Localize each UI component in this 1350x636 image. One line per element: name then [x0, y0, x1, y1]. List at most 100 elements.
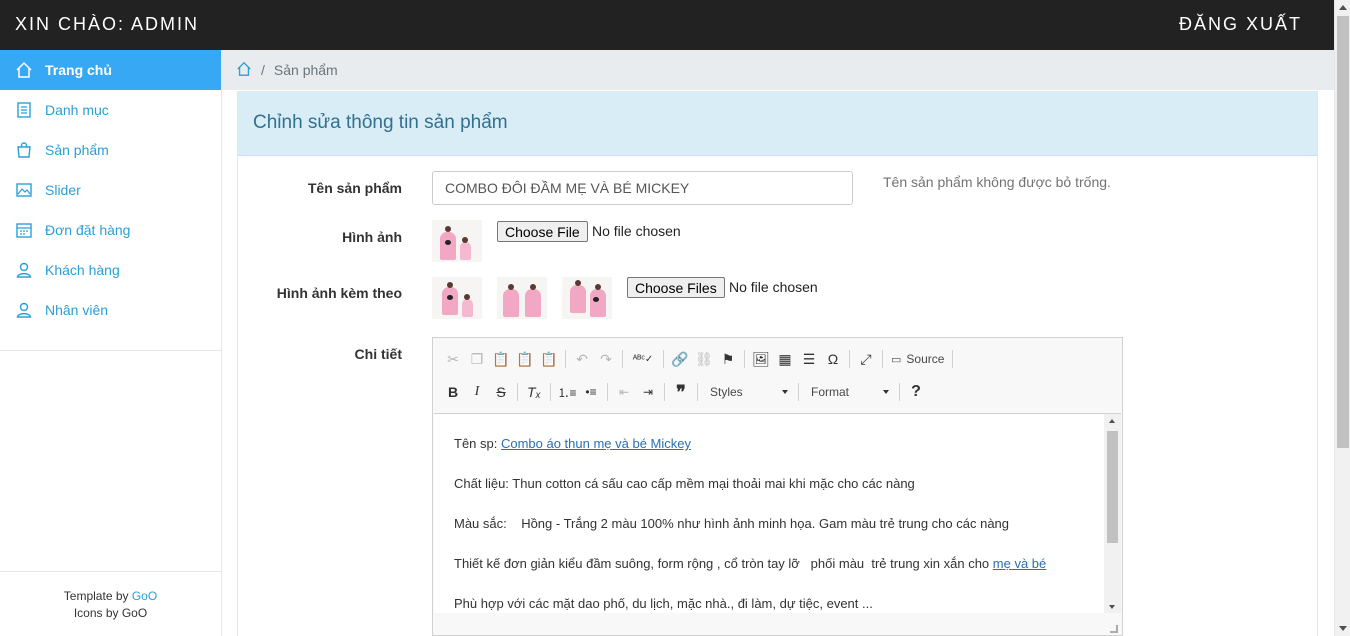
greeting-text: XIN CHÀO: ADMIN — [15, 14, 200, 34]
editor-content[interactable]: Tên sp: Combo áo thun mẹ và bé Mickey Ch… — [434, 413, 1121, 613]
sidebar-item-orders[interactable]: Đơn đặt hàng — [0, 210, 221, 250]
choose-files-button[interactable]: Choose Files — [627, 277, 725, 298]
source-icon: ▭ — [891, 353, 902, 366]
template-credit: Template by — [63, 589, 129, 603]
top-navbar: XIN CHÀO: ADMIN ĐĂNG XUẤT — [0, 0, 1334, 50]
extra-image-thumbnail — [497, 277, 547, 319]
sidebar-item-staff[interactable]: Nhân viên — [0, 290, 221, 330]
italic-icon[interactable]: I — [465, 380, 489, 404]
files-status-text: No file chosen — [729, 279, 818, 295]
bag-icon — [15, 141, 33, 159]
image-icon[interactable]: 🖼 — [749, 347, 773, 371]
special-char-icon[interactable]: Ω — [821, 347, 845, 371]
list-icon — [15, 101, 33, 119]
scroll-down-arrow[interactable] — [1109, 605, 1115, 609]
extra-image-thumbnail — [432, 277, 482, 319]
calendar-icon — [15, 221, 33, 239]
logout-link[interactable]: ĐĂNG XUẤT — [1179, 14, 1302, 35]
product-name-label: Tên sản phẩm — [307, 180, 402, 196]
content-link[interactable]: Combo áo thun mẹ và bé Mickey — [501, 436, 691, 451]
image-label: Hình ảnh — [342, 229, 402, 245]
cut-icon[interactable]: ✂ — [441, 347, 465, 371]
table-icon[interactable]: ▦ — [773, 347, 797, 371]
editor-toolbar-row-2: B I S Tₓ ⒈≡ •≡ ⇤ ⇥ ❞ Styles Format ? — [441, 379, 928, 405]
indent-icon[interactable]: ⇥ — [636, 380, 660, 404]
strikethrough-icon[interactable]: S — [489, 380, 513, 404]
detail-label: Chi tiết — [354, 346, 402, 362]
sidebar-item-categories[interactable]: Danh mục — [0, 90, 221, 130]
icons-credit: Icons by GoO — [73, 606, 148, 620]
source-button[interactable]: ▭ Source — [887, 352, 948, 366]
redo-icon[interactable]: ↷ — [594, 347, 618, 371]
choose-file-button[interactable]: Choose File — [497, 221, 588, 242]
editor-toolbar-row-1: ✂ ❐ 📋 📋 📋 ↶ ↷ ᴬᴮᶜ✓ 🔗 ⛓ ⚑ 🖼 ▦ ☰ Ω ⤢ ▭ Sou… — [441, 346, 957, 372]
template-credit-link[interactable]: GoO — [132, 589, 157, 603]
breadcrumb-current: Sản phẩm — [273, 62, 338, 78]
editor-scrollbar[interactable] — [1104, 414, 1121, 613]
scroll-up-arrow[interactable] — [1339, 5, 1347, 10]
copy-icon[interactable]: ❐ — [465, 347, 489, 371]
horizontal-line-icon[interactable]: ☰ — [797, 347, 821, 371]
styles-dropdown[interactable]: Styles — [702, 381, 794, 403]
sidebar-item-slider[interactable]: Slider — [0, 170, 221, 210]
sidebar-item-label: Nhân viên — [45, 302, 109, 318]
file-status-text: No file chosen — [592, 223, 681, 239]
bold-icon[interactable]: B — [441, 380, 465, 404]
chevron-down-icon — [782, 390, 788, 394]
content-link[interactable]: mẹ và bé — [993, 556, 1046, 571]
sidebar-item-products[interactable]: Sản phẩm — [0, 130, 221, 170]
sidebar-footer: Template by GoO Icons by GoO — [0, 571, 221, 636]
extra-image-thumbnail — [562, 277, 612, 319]
breadcrumb-separator: / — [261, 62, 265, 78]
product-image-thumbnail — [432, 220, 482, 262]
sidebar-item-label: Danh mục — [45, 102, 109, 118]
breadcrumb: / Sản phẩm — [222, 50, 1334, 90]
sidebar: Trang chủ Danh mục Sản phẩm Slider Đơn đ… — [0, 50, 222, 636]
sidebar-item-customers[interactable]: Khách hàng — [0, 250, 221, 290]
spellcheck-icon[interactable]: ᴬᴮᶜ✓ — [627, 347, 659, 371]
paste-word-icon[interactable]: 📋 — [537, 347, 561, 371]
sidebar-item-label: Khách hàng — [45, 262, 120, 278]
unlink-icon[interactable]: ⛓ — [692, 347, 716, 371]
blockquote-icon[interactable]: ❞ — [669, 380, 693, 404]
rich-text-editor: ✂ ❐ 📋 📋 📋 ↶ ↷ ᴬᴮᶜ✓ 🔗 ⛓ ⚑ 🖼 ▦ ☰ Ω ⤢ ▭ Sou… — [432, 337, 1123, 636]
content-line: Tên sp: Combo áo thun mẹ và bé Mickey — [454, 436, 692, 451]
scroll-down-arrow[interactable] — [1339, 626, 1347, 631]
scroll-up-arrow[interactable] — [1109, 419, 1115, 423]
format-dropdown[interactable]: Format — [803, 381, 895, 403]
scroll-thumb[interactable] — [1337, 16, 1349, 448]
home-icon[interactable] — [236, 61, 252, 80]
sidebar-item-home[interactable]: Trang chủ — [0, 50, 221, 90]
maximize-icon[interactable]: ⤢ — [854, 347, 878, 371]
content-line: Thiết kế đơn giản kiểu đầm suông, form r… — [454, 556, 1047, 571]
paste-icon[interactable]: 📋 — [489, 347, 513, 371]
paste-text-icon[interactable]: 📋 — [513, 347, 537, 371]
sidebar-item-label: Sản phẩm — [45, 142, 109, 158]
user-icon — [15, 261, 33, 279]
user-icon — [15, 301, 33, 319]
extra-images-label: Hình ảnh kèm theo — [276, 285, 402, 301]
numbered-list-icon[interactable]: ⒈≡ — [555, 380, 579, 404]
sidebar-divider — [0, 350, 221, 351]
sidebar-item-label: Đơn đặt hàng — [45, 222, 131, 238]
link-icon[interactable]: 🔗 — [668, 347, 692, 371]
product-name-input[interactable] — [432, 171, 853, 205]
outdent-icon[interactable]: ⇤ — [612, 380, 636, 404]
remove-format-icon[interactable]: Tₓ — [522, 380, 546, 404]
content-line: Phù hợp với các mặt dao phố, du lịch, mặ… — [454, 596, 873, 611]
home-icon — [15, 61, 33, 79]
sidebar-item-label: Trang chủ — [45, 62, 112, 78]
page-scrollbar[interactable] — [1334, 0, 1350, 636]
image-icon — [15, 181, 33, 199]
scroll-thumb[interactable] — [1107, 431, 1118, 543]
anchor-flag-icon[interactable]: ⚑ — [716, 347, 740, 371]
product-name-help: Tên sản phẩm không được bỏ trống. — [883, 174, 1111, 190]
sidebar-item-label: Slider — [45, 182, 81, 198]
help-icon[interactable]: ? — [904, 380, 928, 404]
content-line: Màu sắc: Hồng - Trắng 2 màu 100% như hìn… — [454, 516, 1010, 531]
bullet-list-icon[interactable]: •≡ — [579, 380, 603, 404]
content-line: Chất liệu: Thun cotton cá sấu cao cấp mề… — [454, 476, 915, 491]
undo-icon[interactable]: ↶ — [570, 347, 594, 371]
chevron-down-icon — [883, 390, 889, 394]
resize-handle[interactable] — [1110, 625, 1118, 633]
